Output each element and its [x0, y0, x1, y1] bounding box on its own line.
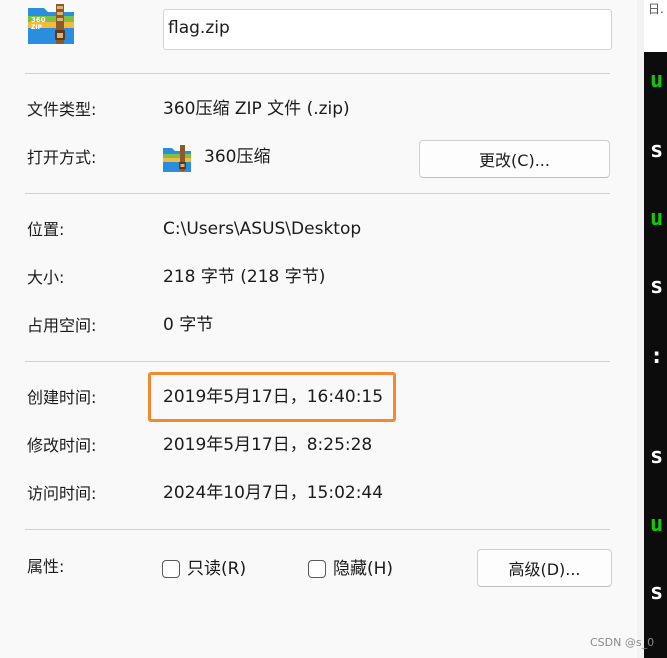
created-label: 创建时间:	[27, 388, 97, 407]
file-properties-dialog: 360 ZIP 文件类型: 360压缩 ZIP 文件 (.zip) 打开方式: …	[0, 0, 637, 658]
readonly-label[interactable]: 只读(R)	[187, 559, 246, 579]
location-label: 位置:	[27, 220, 65, 239]
terminal-char: u	[650, 68, 664, 93]
svg-text:ZIP: ZIP	[31, 24, 43, 31]
accessed-value: 2024年10月7日，15:02:44	[163, 483, 384, 503]
terminal-char: u	[650, 206, 664, 231]
terminal-window-edge: 日. u s u s: s u s	[644, 0, 667, 658]
advanced-button[interactable]: 高级(D)...	[477, 549, 612, 587]
terminal-titlebar: 日.	[644, 0, 667, 52]
360zip-app-icon	[163, 145, 191, 172]
terminal-title-glyph: 日.	[648, 2, 664, 16]
terminal-char: u	[650, 512, 664, 537]
filename-field[interactable]	[163, 9, 612, 50]
location-value: C:\Users\ASUS\Desktop	[163, 219, 362, 239]
created-value: 2019年5月17日，16:40:15	[163, 387, 384, 407]
change-button[interactable]: 更改(C)...	[419, 140, 610, 178]
disk-size-label: 占用空间:	[27, 316, 97, 335]
terminal-char: s	[650, 444, 664, 469]
terminal-char: :	[650, 344, 664, 369]
svg-text:360: 360	[31, 16, 46, 24]
terminal-char: s	[650, 580, 664, 605]
terminal-char: s	[650, 138, 664, 163]
open-with-label: 打开方式:	[27, 148, 97, 167]
disk-size-value: 0 字节	[163, 315, 214, 335]
terminal-char: s	[650, 274, 664, 299]
type-label: 文件类型:	[27, 100, 97, 119]
size-label: 大小:	[27, 268, 65, 287]
watermark: CSDN @s_0	[590, 636, 655, 649]
open-with-value: 360压缩	[204, 147, 271, 167]
modified-value: 2019年5月17日，8:25:28	[163, 435, 373, 455]
divider	[25, 73, 610, 74]
accessed-label: 访问时间:	[27, 484, 97, 503]
modified-label: 修改时间:	[27, 436, 97, 455]
divider	[25, 361, 610, 362]
attributes-label: 属性:	[27, 557, 65, 576]
readonly-checkbox[interactable]	[162, 560, 180, 578]
archive-360zip-icon: 360 ZIP	[28, 4, 74, 44]
hidden-checkbox[interactable]	[308, 560, 326, 578]
type-value: 360压缩 ZIP 文件 (.zip)	[163, 99, 350, 119]
divider	[25, 193, 610, 194]
size-value: 218 字节 (218 字节)	[163, 267, 326, 287]
divider	[25, 529, 610, 530]
hidden-label[interactable]: 隐藏(H)	[333, 559, 393, 579]
filename-input[interactable]	[164, 10, 611, 49]
